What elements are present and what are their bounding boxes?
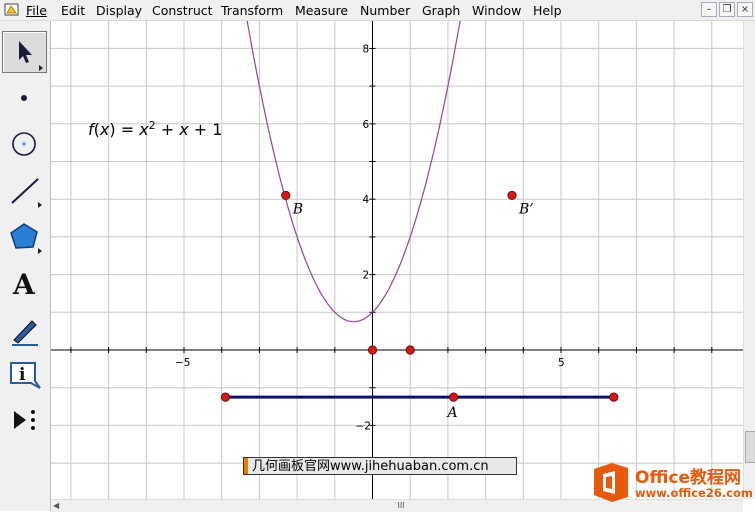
close-button[interactable]: ×	[737, 2, 753, 17]
menu-file-label: File	[26, 3, 47, 18]
menu-edit[interactable]: Edit	[61, 3, 85, 18]
office-site-url: www.office26.com	[635, 486, 753, 500]
point-b-prime[interactable]	[507, 190, 517, 201]
menu-graph-label: Graph	[422, 3, 461, 18]
custom-tool[interactable]	[2, 399, 47, 441]
marker-tool[interactable]	[2, 307, 47, 349]
function-exponent: 2	[149, 119, 156, 132]
arrow-select-tool[interactable]	[2, 31, 47, 73]
sketch-canvas[interactable]: −5 5 8 6 4 2 −2 f(x) = x2 + x + 1 B B’ A	[51, 21, 743, 499]
compass-tool[interactable]	[2, 123, 47, 165]
points[interactable]	[220, 190, 619, 402]
minimize-icon: –	[706, 4, 712, 15]
point-label-b-prime[interactable]: B’	[518, 201, 534, 217]
segment-endpoint-right[interactable]	[609, 392, 619, 402]
sketchpad-app-icon[interactable]	[4, 2, 19, 17]
y-tick-label: 6	[363, 119, 370, 131]
point-unit[interactable]	[405, 345, 415, 355]
vertical-scrollbar[interactable]	[743, 21, 755, 499]
scroll-left-icon[interactable]: ◀	[53, 501, 62, 510]
menu-number-label: Number	[360, 3, 411, 18]
toolbox: A i	[0, 21, 51, 511]
y-tick-label: 8	[363, 43, 370, 55]
information-tool-icon: i	[10, 362, 41, 389]
text-tool-icon: A	[12, 268, 36, 301]
menu-graph[interactable]: Graph	[422, 3, 460, 18]
point-tool-icon	[21, 95, 27, 101]
y-tick-label: −2	[356, 420, 371, 432]
office-site-title: Office教程网	[635, 468, 742, 488]
coordinate-plane[interactable]: −5 5 8 6 4 2 −2 f(x) = x2 + x + 1 B B’ A	[51, 21, 743, 499]
polygon-tool-icon	[10, 223, 42, 254]
menu-display-label: Display	[96, 3, 143, 18]
function-label[interactable]: f(x) = x2 + x + 1	[88, 119, 222, 139]
restore-icon: ❐	[722, 4, 732, 15]
point-origin[interactable]	[367, 345, 378, 355]
menu-help[interactable]: Help	[533, 3, 562, 18]
function-var-linear: x	[178, 120, 189, 139]
information-tool[interactable]: i	[2, 353, 47, 395]
polygon-tool[interactable]	[2, 215, 47, 257]
x-tick-label: 5	[558, 357, 565, 369]
function-var: x	[99, 120, 110, 139]
menu-bar: File Edit Display Construct Transform Me…	[0, 0, 755, 21]
minimize-button[interactable]: –	[701, 2, 717, 17]
text-tool[interactable]: A	[2, 261, 47, 303]
menu-measure-label: Measure	[295, 3, 349, 18]
menu-measure[interactable]: Measure	[295, 3, 348, 18]
menu-transform-label: Transform	[221, 3, 284, 18]
point-label-a[interactable]: A	[446, 405, 458, 421]
menu-window-label: Window	[472, 3, 522, 18]
menu-transform[interactable]: Transform	[221, 3, 283, 18]
function-equals: =	[116, 120, 140, 139]
menu-construct[interactable]: Construct	[152, 3, 213, 18]
point-tool[interactable]	[2, 77, 47, 119]
function-plus-1: +	[156, 120, 180, 139]
custom-tool-icon	[14, 410, 35, 430]
menu-help-label: Help	[533, 3, 562, 18]
point-b[interactable]	[281, 190, 291, 201]
y-tick-label: 2	[363, 270, 370, 282]
text-tool-glyph: A	[12, 268, 36, 301]
menu-number[interactable]: Number	[360, 3, 410, 18]
horizontal-scroll-grip[interactable]: III	[381, 501, 421, 510]
svg-text:i: i	[19, 365, 26, 385]
menu-display[interactable]: Display	[96, 3, 142, 18]
restore-button[interactable]: ❐	[719, 2, 735, 17]
function-var-squared: x	[138, 120, 149, 139]
y-tick-label: 4	[363, 194, 370, 206]
parabola-curve[interactable]	[244, 21, 463, 323]
menu-construct-label: Construct	[152, 3, 213, 18]
compass-tool-icon	[12, 132, 36, 156]
point-a[interactable]	[448, 392, 459, 402]
menu-file[interactable]: File	[26, 3, 47, 18]
watermark-banner: 几何画板官网www.jihehuaban.com.cn	[243, 457, 517, 475]
straightedge-tool[interactable]	[2, 169, 47, 211]
arrow-select-tool-icon	[19, 41, 43, 71]
menu-window[interactable]: Window	[472, 3, 521, 18]
axes	[51, 21, 743, 499]
point-label-b[interactable]: B	[292, 201, 303, 217]
function-constant: + 1	[189, 120, 223, 139]
menu-edit-label: Edit	[61, 3, 86, 18]
segment-endpoint-left[interactable]	[220, 392, 231, 402]
straightedge-tool-icon	[11, 178, 42, 208]
close-icon: ×	[740, 4, 750, 15]
tick-labels: −5 5 8 6 4 2 −2	[175, 43, 565, 432]
x-tick-label: −5	[175, 357, 190, 369]
grid-lines	[51, 21, 743, 499]
marker-tool-icon	[12, 320, 38, 346]
